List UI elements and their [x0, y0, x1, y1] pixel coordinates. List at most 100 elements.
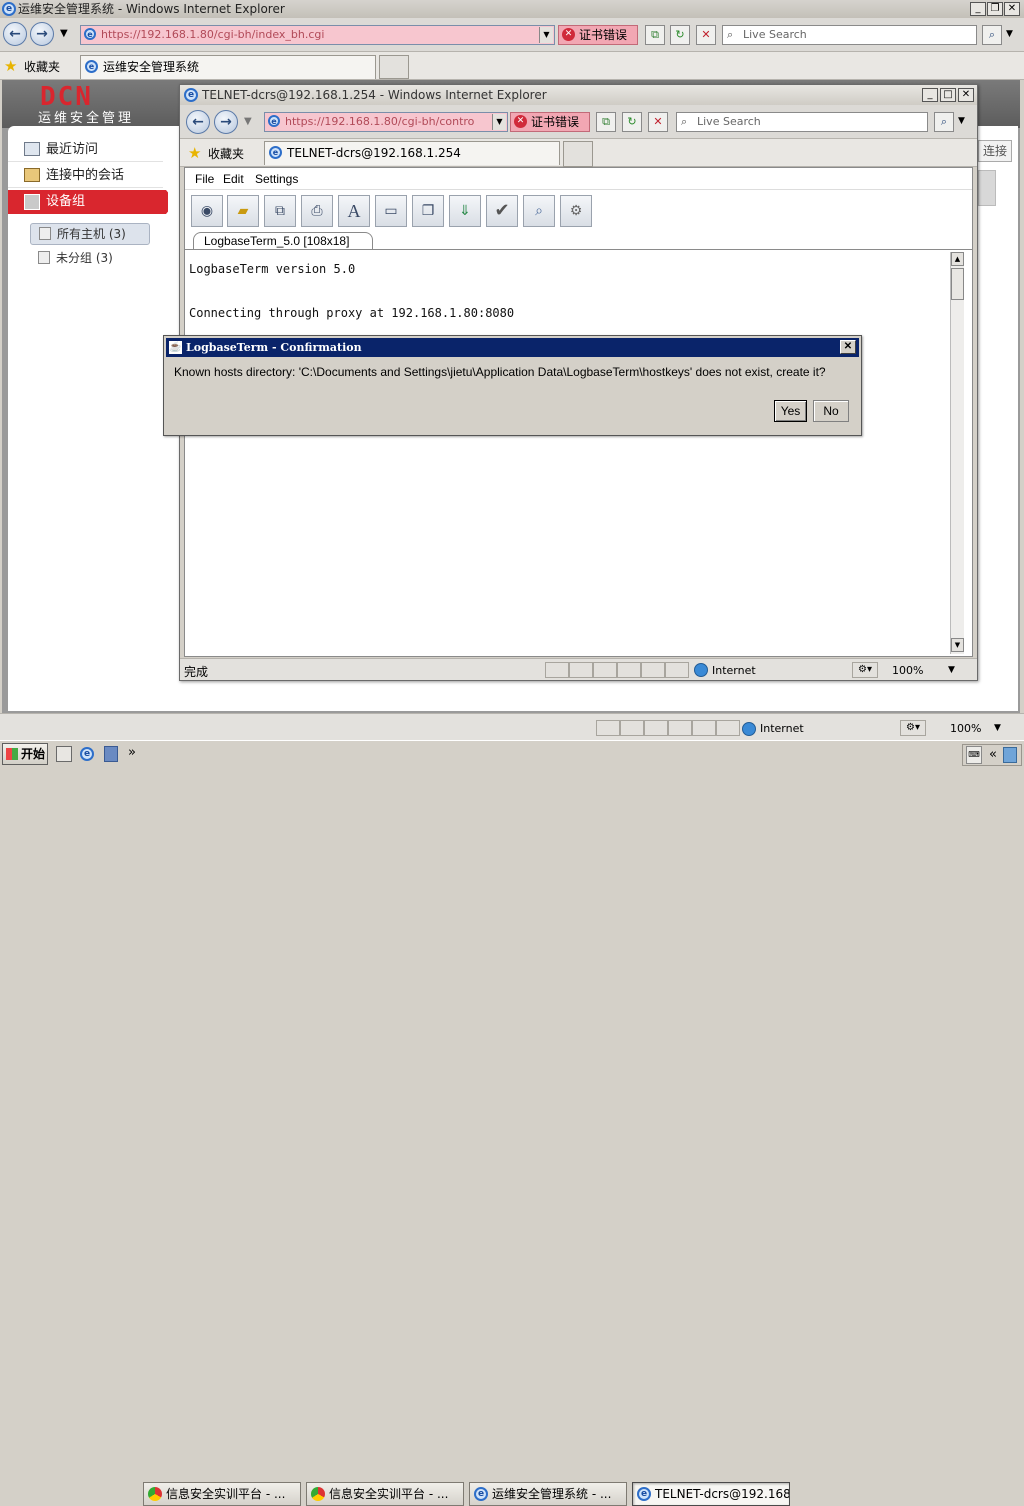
taskbar-button-label: 信息安全实训平台 - ... [166, 1487, 286, 1501]
outer-tab[interactable]: e 运维安全管理系统 [80, 55, 376, 79]
close-button[interactable]: ✕ [1004, 2, 1020, 16]
protected-mode-icon[interactable]: ⚙▾ [852, 662, 878, 678]
status-segment [569, 662, 593, 678]
taskbar: 开始 e » 信息安全实训平台 - ... 信息安全实训平台 - ... e 运… [0, 740, 1024, 1506]
keyboard-icon[interactable]: ⌨ [966, 746, 982, 764]
ie-quicklaunch-icon[interactable]: e [80, 747, 94, 761]
inner-tab[interactable]: e TELNET-dcrs@192.168.1.254 [264, 141, 560, 165]
minimize-button[interactable]: _ [970, 2, 986, 16]
check-icon[interactable]: ✔ [486, 195, 518, 227]
scroll-down-icon[interactable]: ▼ [951, 638, 964, 652]
compat-view-icon[interactable]: ⧉ [645, 25, 665, 45]
new-window-icon[interactable]: ⧉ [264, 195, 296, 227]
device-group-icon [24, 194, 40, 210]
blank-page-icon[interactable]: ▭ [375, 195, 407, 227]
inner-history-dropdown-icon[interactable]: ▼ [244, 116, 252, 127]
settings-gears-icon[interactable]: ⚙ [560, 195, 592, 227]
inner-zoom-label[interactable]: 100% [892, 664, 923, 677]
outer-zoom-label[interactable]: 100% [950, 722, 981, 735]
outer-search-input[interactable]: ⌕ Live Search [722, 25, 977, 45]
start-button[interactable]: 开始 [2, 743, 48, 765]
status-segment [545, 662, 569, 678]
tree-item-ungrouped[interactable]: 未分组 (3) [30, 248, 150, 268]
inner-forward-button[interactable]: → [214, 110, 238, 134]
inner-zone-label: Internet [712, 664, 756, 677]
quicklaunch-chevron-icon[interactable]: » [128, 745, 136, 760]
favorites-label[interactable]: 收藏夹 [24, 58, 60, 75]
connect-button[interactable]: 连接 [978, 140, 1012, 162]
yes-button[interactable]: Yes [774, 400, 807, 422]
outer-address-bar[interactable]: e https://192.168.1.80/cgi-bh/index_bh.c… [80, 25, 555, 45]
inner-new-tab-button[interactable] [563, 141, 593, 167]
taskbar-button[interactable]: 信息安全实训平台 - ... [306, 1482, 464, 1506]
inner-back-button[interactable]: ← [186, 110, 210, 134]
history-dropdown-icon[interactable]: ▼ [60, 28, 68, 39]
taskbar-button[interactable]: 信息安全实训平台 - ... [143, 1482, 301, 1506]
terminal-scrollbar[interactable]: ▲ ▼ [950, 252, 964, 654]
zoom-dropdown-icon[interactable]: ▼ [994, 723, 1001, 733]
find-icon[interactable]: ⌕ [523, 195, 555, 227]
inner-search-go-icon[interactable]: ⌕ [934, 112, 954, 132]
inner-address-dropdown-icon[interactable]: ▼ [492, 114, 506, 130]
inner-refresh-icon[interactable]: ↻ [622, 112, 642, 132]
inner-minimize-button[interactable]: _ [922, 88, 938, 102]
forward-button[interactable]: → [30, 22, 54, 46]
applet-toolbar: ◉ ▰ ⧉ ⎙ A ▭ ❐ ⇓ ✔ ⌕ ⚙ [185, 191, 972, 231]
search-icon: ⌕ [681, 115, 688, 128]
nav-item-recent[interactable]: 最近访问 [8, 138, 163, 162]
open-folder-icon[interactable]: ▰ [227, 195, 259, 227]
inner-cert-error-button[interactable]: ✕ 证书错误 [510, 112, 590, 132]
new-tab-button[interactable] [379, 55, 409, 79]
taskbar-button-active[interactable]: e TELNET-dcrs@192.168.... [632, 1482, 790, 1506]
dialog-close-button[interactable]: ✕ [840, 340, 856, 354]
scroll-thumb[interactable] [951, 268, 964, 300]
tree-item-all-hosts[interactable]: 所有主机 (3) [30, 223, 150, 245]
inner-favorites-label[interactable]: 收藏夹 [208, 145, 244, 162]
sessions-icon [24, 168, 40, 182]
outer-cert-error-button[interactable]: ✕ 证书错误 [558, 25, 638, 45]
back-button[interactable]: ← [3, 22, 27, 46]
inner-address-bar[interactable]: e https://192.168.1.80/cgi-bh/contro ▼ [264, 112, 508, 132]
outer-window-titlebar: e 运维安全管理系统 - Windows Internet Explorer _… [0, 0, 1024, 18]
restore-button[interactable]: ❐ [987, 2, 1003, 16]
refresh-icon[interactable]: ↻ [670, 25, 690, 45]
search-options-icon[interactable]: ▼ [1006, 29, 1013, 39]
inner-stop-icon[interactable]: ✕ [648, 112, 668, 132]
inner-maximize-button[interactable]: □ [940, 88, 956, 102]
system-tray: ⌨ « [962, 744, 1022, 766]
address-dropdown-icon[interactable]: ▼ [539, 27, 553, 43]
inner-compat-view-icon[interactable]: ⧉ [596, 112, 616, 132]
tray-chevron-icon[interactable]: « [989, 747, 997, 762]
outer-favorites-bar: ★ 收藏夹 e 运维安全管理系统 [0, 52, 1024, 80]
scroll-up-icon[interactable]: ▲ [951, 252, 964, 266]
zoom-dropdown-icon[interactable]: ▼ [948, 665, 955, 675]
protected-mode-icon[interactable]: ⚙▾ [900, 720, 926, 736]
inner-close-button[interactable]: ✕ [958, 88, 974, 102]
quicklaunch-icon[interactable] [104, 746, 118, 762]
recent-icon [24, 142, 40, 156]
no-button[interactable]: No [813, 400, 849, 422]
nav-item-sessions-label: 连接中的会话 [46, 168, 125, 183]
start-label: 开始 [21, 747, 46, 761]
ie-icon: e [2, 2, 16, 16]
font-icon[interactable]: A [338, 195, 370, 227]
inner-search-options-icon[interactable]: ▼ [958, 116, 965, 126]
connect-icon[interactable]: ◉ [191, 195, 223, 227]
menu-settings[interactable]: Settings [255, 172, 298, 186]
print-icon[interactable]: ⎙ [301, 195, 333, 227]
taskbar-button[interactable]: e 运维安全管理系统 - ... [469, 1482, 627, 1506]
inner-search-input[interactable]: ⌕ Live Search [676, 112, 928, 132]
save-icon[interactable]: ⇓ [449, 195, 481, 227]
terminal-output[interactable]: LogbaseTerm version 5.0 Connecting throu… [189, 258, 944, 658]
copy-page-icon[interactable]: ❐ [412, 195, 444, 227]
menu-file[interactable]: File [195, 172, 214, 186]
menu-edit[interactable]: Edit [223, 172, 244, 186]
stop-icon[interactable]: ✕ [696, 25, 716, 45]
tray-app-icon[interactable] [1003, 747, 1017, 763]
terminal-tab[interactable]: LogbaseTerm_5.0 [108x18] [193, 232, 373, 250]
nav-item-device-group[interactable]: 设备组 [8, 190, 166, 214]
java-icon: ☕ [169, 341, 182, 354]
show-desktop-icon[interactable] [56, 746, 72, 762]
nav-item-sessions[interactable]: 连接中的会话 [8, 164, 163, 188]
search-go-icon[interactable]: ⌕ [982, 25, 1002, 45]
